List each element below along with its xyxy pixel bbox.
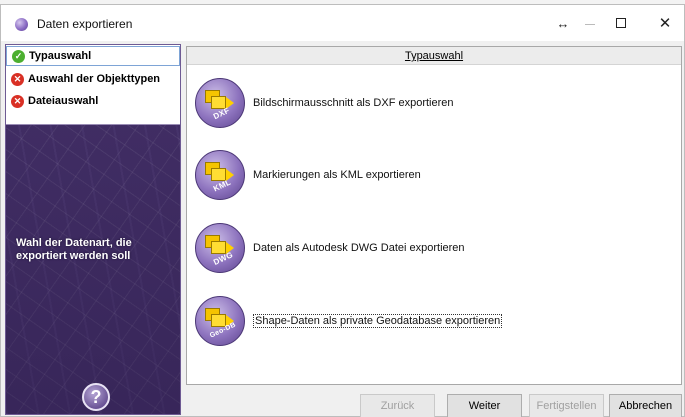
option-label: Bildschirmausschnitt als DXF exportieren: [253, 97, 454, 109]
wizard-side-panel: ✓ Typauswahl ✕ Auswahl der Objekttypen ✕…: [5, 44, 181, 415]
option-geodatabase-export[interactable]: Geo-DB Shape-Daten als private Geodataba…: [195, 292, 675, 350]
maximize-button[interactable]: [598, 5, 644, 41]
maximize-icon: [616, 18, 626, 28]
help-button[interactable]: ?: [82, 383, 110, 411]
type-selection-panel: Typauswahl DXF Bildschirmausschnitt als …: [186, 46, 682, 385]
window-title: Daten exportieren: [37, 17, 133, 31]
dwg-export-icon: DWG: [195, 223, 245, 273]
step-dateiauswahl[interactable]: ✕ Dateiauswahl: [6, 91, 180, 111]
step-label: Auswahl der Objekttypen: [28, 73, 161, 85]
check-icon: ✓: [12, 49, 25, 63]
option-dxf-export[interactable]: DXF Bildschirmausschnitt als DXF exporti…: [195, 74, 675, 132]
geodatabase-export-icon: Geo-DB: [195, 296, 245, 346]
error-icon: ✕: [11, 94, 24, 108]
dxf-export-icon: DXF: [195, 78, 245, 128]
next-button[interactable]: Weiter: [447, 394, 522, 417]
option-label: Markierungen als KML exportieren: [253, 169, 421, 181]
option-label: Daten als Autodesk DWG Datei exportieren: [253, 242, 465, 254]
panel-title: Typauswahl: [187, 47, 681, 65]
step-typauswahl[interactable]: ✓ Typauswahl: [6, 46, 180, 66]
finish-button[interactable]: Fertigstellen: [529, 394, 604, 417]
step-label: Typauswahl: [29, 50, 92, 62]
export-dialog: Daten exportieren ↔ ✕ ✓ Typauswahl ✕ Aus…: [0, 4, 685, 417]
kml-export-icon: KML: [195, 150, 245, 200]
wizard-steps: ✓ Typauswahl ✕ Auswahl der Objekttypen ✕…: [6, 45, 180, 125]
close-button[interactable]: ✕: [642, 5, 685, 41]
step-label: Dateiauswahl: [28, 95, 99, 107]
minimize-icon: [585, 23, 595, 25]
title-bar: Daten exportieren ↔ ✕: [1, 5, 684, 41]
option-kml-export[interactable]: KML Markierungen als KML exportieren: [195, 146, 675, 204]
app-icon: [15, 18, 28, 31]
step-auswahl-der-objekttypen[interactable]: ✕ Auswahl der Objekttypen: [6, 69, 180, 89]
option-dwg-export[interactable]: DWG Daten als Autodesk DWG Datei exporti…: [195, 219, 675, 277]
step-description: Wahl der Datenart, die exportiert werden…: [16, 237, 132, 262]
error-icon: ✕: [11, 72, 24, 86]
option-label: Shape-Daten als private Geodatabase expo…: [253, 314, 503, 328]
back-button[interactable]: Zurück: [360, 394, 435, 417]
cancel-button[interactable]: Abbrechen: [609, 394, 682, 417]
